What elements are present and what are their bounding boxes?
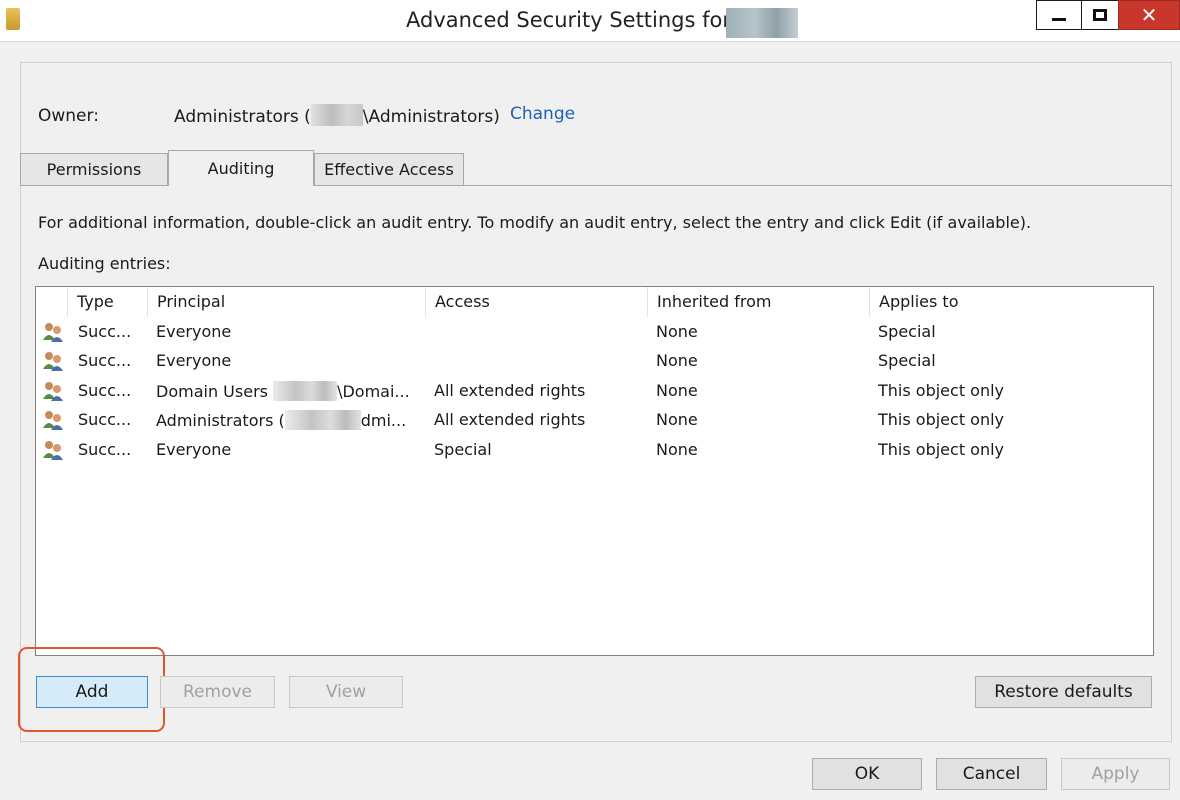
type-cell: Succ...	[78, 351, 132, 370]
principal-cell: Everyone	[156, 440, 232, 459]
apply-button[interactable]: Apply	[1061, 758, 1170, 790]
tab-effective-access[interactable]: Effective Access	[314, 153, 464, 185]
restore-defaults-button[interactable]: Restore defaults	[975, 676, 1152, 708]
auditing-entries-label: Auditing entries:	[38, 254, 171, 273]
inherited-cell: None	[656, 351, 698, 370]
principal-cell: Everyone	[156, 322, 232, 341]
principal-name: Administrators (	[156, 411, 285, 430]
users-icon	[43, 323, 63, 342]
access-cell: All extended rights	[434, 381, 586, 400]
maximize-icon	[1093, 9, 1107, 21]
column-header-principal[interactable]: Principal	[148, 287, 426, 317]
principal-suffix: dmi...	[360, 411, 407, 430]
close-button[interactable]: ✕	[1118, 0, 1180, 30]
close-icon: ✕	[1140, 3, 1158, 27]
maximize-button[interactable]	[1081, 0, 1119, 30]
column-header-access[interactable]: Access	[426, 287, 648, 317]
owner-value-prefix: Administrators (	[174, 107, 311, 127]
owner-label: Owner:	[38, 106, 99, 126]
inherited-cell: None	[656, 440, 698, 459]
principal-suffix: \Domai...	[337, 382, 410, 401]
applies-cell: This object only	[878, 381, 1005, 400]
redacted-object-name	[726, 8, 798, 38]
users-icon	[43, 382, 63, 401]
type-cell: Succ...	[78, 440, 132, 459]
column-header-inherited-from[interactable]: Inherited from	[648, 287, 870, 317]
type-cell: Succ...	[78, 381, 132, 400]
column-header-applies-to[interactable]: Applies to	[870, 287, 1153, 317]
auditing-entries-list[interactable]: Type Principal Access Inherited from App…	[35, 286, 1154, 656]
table-row[interactable]: Succ... Everyone None Special	[36, 318, 1153, 348]
inherited-cell: None	[656, 410, 698, 429]
tab-auditing[interactable]: Auditing	[168, 150, 314, 186]
users-icon	[43, 411, 63, 430]
users-icon	[43, 352, 63, 371]
principal-cell: Domain Users \Domai...	[156, 381, 426, 401]
cancel-button[interactable]: Cancel	[936, 758, 1047, 790]
view-button[interactable]: View	[289, 676, 403, 708]
redacted-domain	[310, 104, 363, 126]
table-row[interactable]: Succ... Everyone Special None This objec…	[36, 436, 1153, 466]
principal-cell: Administrators ( dmi...	[156, 410, 426, 430]
inherited-cell: None	[656, 381, 698, 400]
ok-button[interactable]: OK	[812, 758, 922, 790]
folder-icon	[6, 8, 20, 30]
redacted-domain	[284, 410, 361, 430]
table-row[interactable]: Succ... Domain Users \Domai... All exten…	[36, 377, 1153, 407]
users-icon	[43, 441, 63, 460]
applies-cell: This object only	[878, 440, 1005, 459]
column-header-type[interactable]: Type	[68, 287, 148, 317]
add-button[interactable]: Add	[36, 676, 148, 708]
access-cell: All extended rights	[434, 410, 586, 429]
minimize-button[interactable]	[1036, 0, 1082, 30]
owner-value-suffix: \Administrators)	[362, 107, 500, 127]
applies-cell: Special	[878, 351, 936, 370]
change-owner-link[interactable]: Change	[510, 104, 575, 124]
column-header-icon[interactable]	[36, 287, 68, 317]
applies-cell: This object only	[878, 410, 1005, 429]
remove-button[interactable]: Remove	[160, 676, 275, 708]
minimize-icon	[1052, 17, 1066, 21]
tab-permissions[interactable]: Permissions	[20, 153, 168, 185]
table-row[interactable]: Succ... Administrators ( dmi... All exten…	[36, 406, 1153, 436]
applies-cell: Special	[878, 322, 936, 341]
inherited-cell: None	[656, 322, 698, 341]
window-title: Advanced Security Settings for	[406, 8, 731, 32]
title-bar: Advanced Security Settings for ✕	[0, 0, 1180, 42]
redacted-domain	[273, 381, 338, 401]
table-row[interactable]: Succ... Everyone None Special	[36, 347, 1153, 377]
info-text: For additional information, double-click…	[38, 213, 1032, 232]
type-cell: Succ...	[78, 322, 132, 341]
principal-cell: Everyone	[156, 351, 232, 370]
type-cell: Succ...	[78, 410, 132, 429]
owner-value: Administrators ( \Administrators)	[174, 104, 500, 127]
principal-name: Domain Users	[156, 382, 274, 401]
access-cell: Special	[434, 440, 492, 459]
